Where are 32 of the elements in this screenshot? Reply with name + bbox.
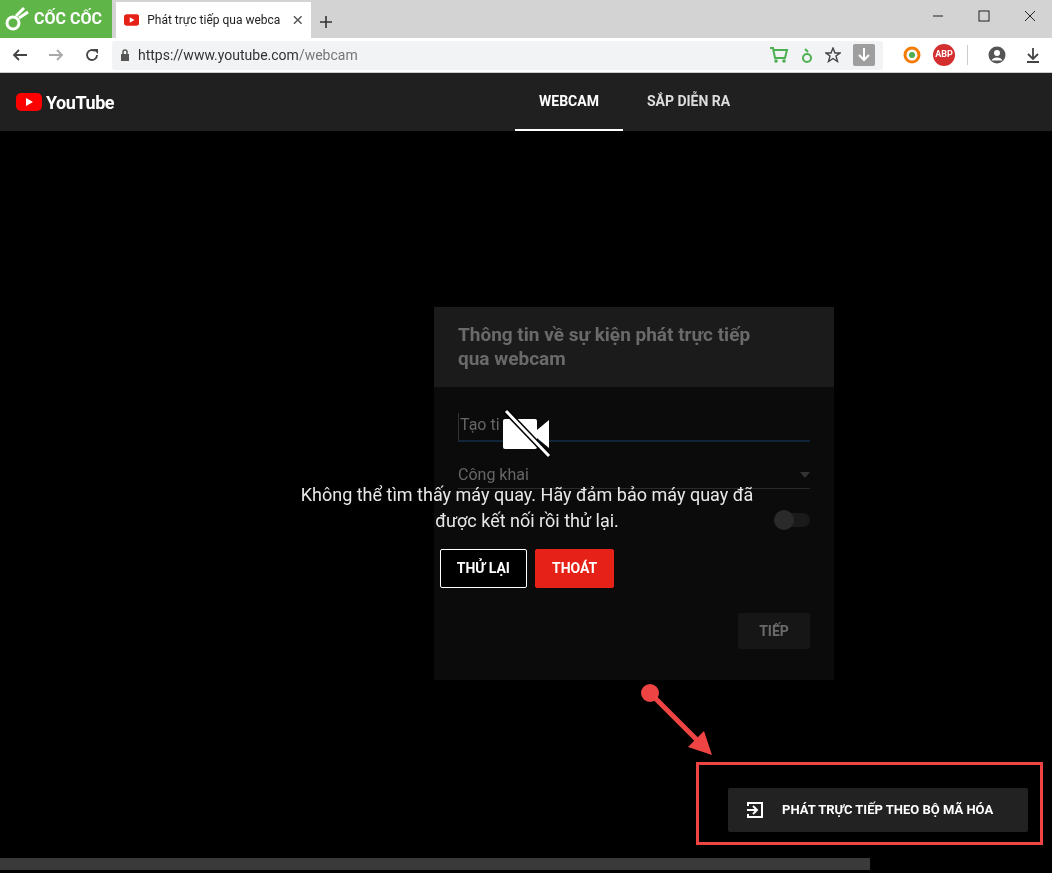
enter-icon (746, 801, 764, 819)
tab-title: Phát trực tiếp qua webca (147, 12, 282, 29)
logo-text[interactable]: YouTube (46, 88, 115, 116)
lock-icon (120, 49, 130, 61)
brand-name: CỐC CỐC (34, 7, 102, 30)
close-icon[interactable] (293, 15, 303, 25)
play-icon (124, 14, 140, 26)
reload-icon[interactable] (84, 47, 100, 63)
new-tab-icon[interactable] (319, 15, 333, 29)
download-icon[interactable] (1026, 47, 1040, 63)
address-bar[interactable]: https://www.youtube.com/webcam (112, 40, 883, 70)
adblock-icon[interactable]: ABP (933, 44, 955, 66)
youtube-logo-icon[interactable] (16, 93, 42, 111)
browser-tab[interactable]: Phát trực tiếp qua webca (116, 2, 311, 38)
maximize-icon[interactable] (978, 10, 990, 22)
back-icon[interactable] (12, 47, 28, 63)
url-text: https://www.youtube.com/webcam (138, 45, 358, 65)
exit-button[interactable]: THOÁT (534, 549, 615, 588)
camera-off-icon (501, 408, 553, 460)
scrollbar[interactable] (0, 858, 870, 870)
extension-icon[interactable] (903, 46, 921, 64)
dropdown-icon (800, 472, 810, 478)
retry-button[interactable]: THỬ LẠI (439, 549, 527, 588)
nav-tab[interactable]: WEBCAM (515, 73, 623, 131)
nav-tab[interactable]: SẮP DIỄN RA (622, 73, 755, 131)
dialog-title: Thông tin về sự kiện phát trực tiếp qua webcam (458, 323, 752, 371)
encoder-stream-button[interactable]: PHÁT TRỰC TIẾP THEO BỘ MÃ HÓA (728, 788, 1028, 832)
toggle-switch[interactable] (774, 513, 810, 527)
account-icon[interactable] (988, 46, 1006, 64)
close-icon[interactable] (1024, 10, 1036, 22)
star-icon[interactable] (825, 47, 841, 63)
leaf-icon (4, 6, 30, 32)
